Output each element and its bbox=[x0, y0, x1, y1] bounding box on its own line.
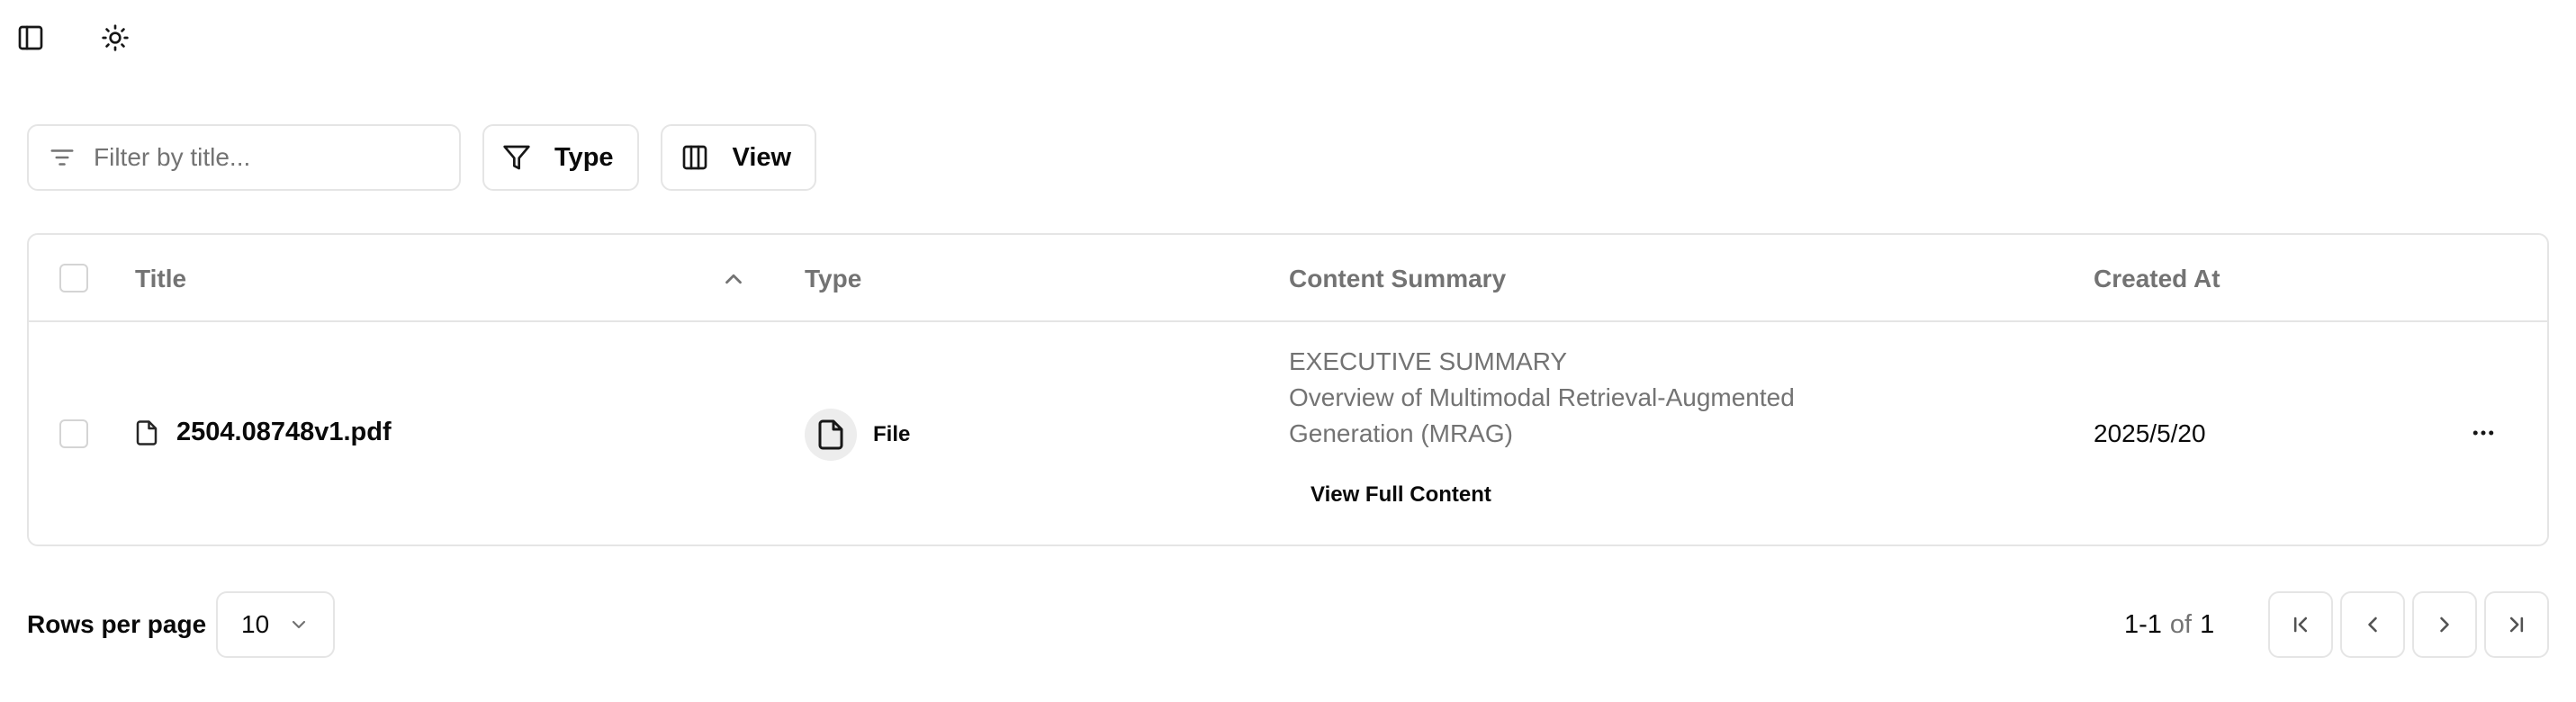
chevron-down-icon bbox=[292, 620, 306, 629]
view-options-button[interactable]: View bbox=[660, 124, 817, 191]
chevrons-first-icon bbox=[2293, 616, 2308, 633]
rows-per-page-select[interactable]: 10 bbox=[216, 591, 335, 658]
table-row[interactable]: 2504.08748v1.pdf File EXECUTIVE SUMMARY … bbox=[29, 322, 2547, 544]
type-filter-button[interactable]: Type bbox=[482, 124, 639, 191]
documents-table: Title Type Content Summary Created At 25… bbox=[27, 233, 2549, 546]
page-range-info: 1-1 of 1 bbox=[2124, 591, 2214, 658]
view-options-label: View bbox=[732, 142, 792, 172]
sidebar-toggle-button[interactable] bbox=[4, 11, 58, 65]
sidebar-toggle-icon bbox=[18, 25, 43, 50]
row-type: File bbox=[805, 409, 910, 461]
chevron-left-icon bbox=[2368, 616, 2377, 633]
top-bar bbox=[0, 0, 2576, 76]
view-full-content-button[interactable]: View Full Content bbox=[1311, 482, 1491, 508]
select-all-checkbox[interactable] bbox=[59, 264, 88, 292]
sun-icon bbox=[102, 24, 129, 51]
file-icon bbox=[136, 419, 158, 446]
chevron-right-icon bbox=[2440, 616, 2449, 633]
row-actions-button[interactable] bbox=[2461, 410, 2506, 455]
theme-toggle-button[interactable] bbox=[88, 11, 142, 65]
rows-per-page-label: Rows per page bbox=[27, 610, 207, 638]
table-toolbar: Type View bbox=[27, 124, 817, 191]
file-type-icon bbox=[818, 419, 843, 450]
column-header-type[interactable]: Type bbox=[805, 235, 861, 322]
row-type-text: File bbox=[873, 422, 911, 446]
more-horizontal-icon bbox=[2472, 430, 2494, 436]
type-filter-label: Type bbox=[554, 142, 614, 172]
row-created-at: 2025/5/20 bbox=[2094, 419, 2206, 447]
next-page-button[interactable] bbox=[2412, 591, 2477, 658]
row-title-text: 2504.08748v1.pdf bbox=[176, 418, 392, 446]
columns-icon bbox=[682, 145, 707, 170]
last-page-button[interactable] bbox=[2484, 591, 2549, 658]
type-badge bbox=[805, 409, 857, 461]
page-range: 1-1 bbox=[2124, 609, 2162, 639]
pagination-footer: Rows per page 10 1-1 of 1 bbox=[0, 591, 2576, 658]
row-title[interactable]: 2504.08748v1.pdf bbox=[133, 418, 392, 447]
filter-field[interactable] bbox=[27, 124, 461, 191]
rows-per-page-value: 10 bbox=[241, 610, 270, 638]
summary-text: Overview of Multimodal Retrieval-Augment… bbox=[1289, 383, 1795, 447]
column-header-title[interactable]: Title bbox=[135, 235, 186, 322]
page-of-label: of bbox=[2169, 609, 2193, 639]
page-total: 1 bbox=[2200, 609, 2215, 639]
chevrons-last-icon bbox=[2509, 616, 2524, 633]
row-select-checkbox[interactable] bbox=[59, 419, 88, 448]
column-header-content-summary[interactable]: Content Summary bbox=[1289, 235, 1506, 322]
row-content-summary: EXECUTIVE SUMMARY Overview of Multimodal… bbox=[1289, 344, 1829, 452]
column-header-created-at[interactable]: Created At bbox=[2094, 235, 2220, 322]
funnel-icon bbox=[503, 145, 530, 170]
filter-lines-icon bbox=[50, 149, 74, 166]
previous-page-button[interactable] bbox=[2340, 591, 2405, 658]
filter-by-title-input[interactable] bbox=[94, 143, 436, 172]
sort-ascending-icon[interactable] bbox=[720, 266, 747, 292]
first-page-button[interactable] bbox=[2268, 591, 2333, 658]
summary-heading: EXECUTIVE SUMMARY bbox=[1289, 347, 1568, 375]
table-header: Title Type Content Summary Created At bbox=[29, 235, 2547, 322]
